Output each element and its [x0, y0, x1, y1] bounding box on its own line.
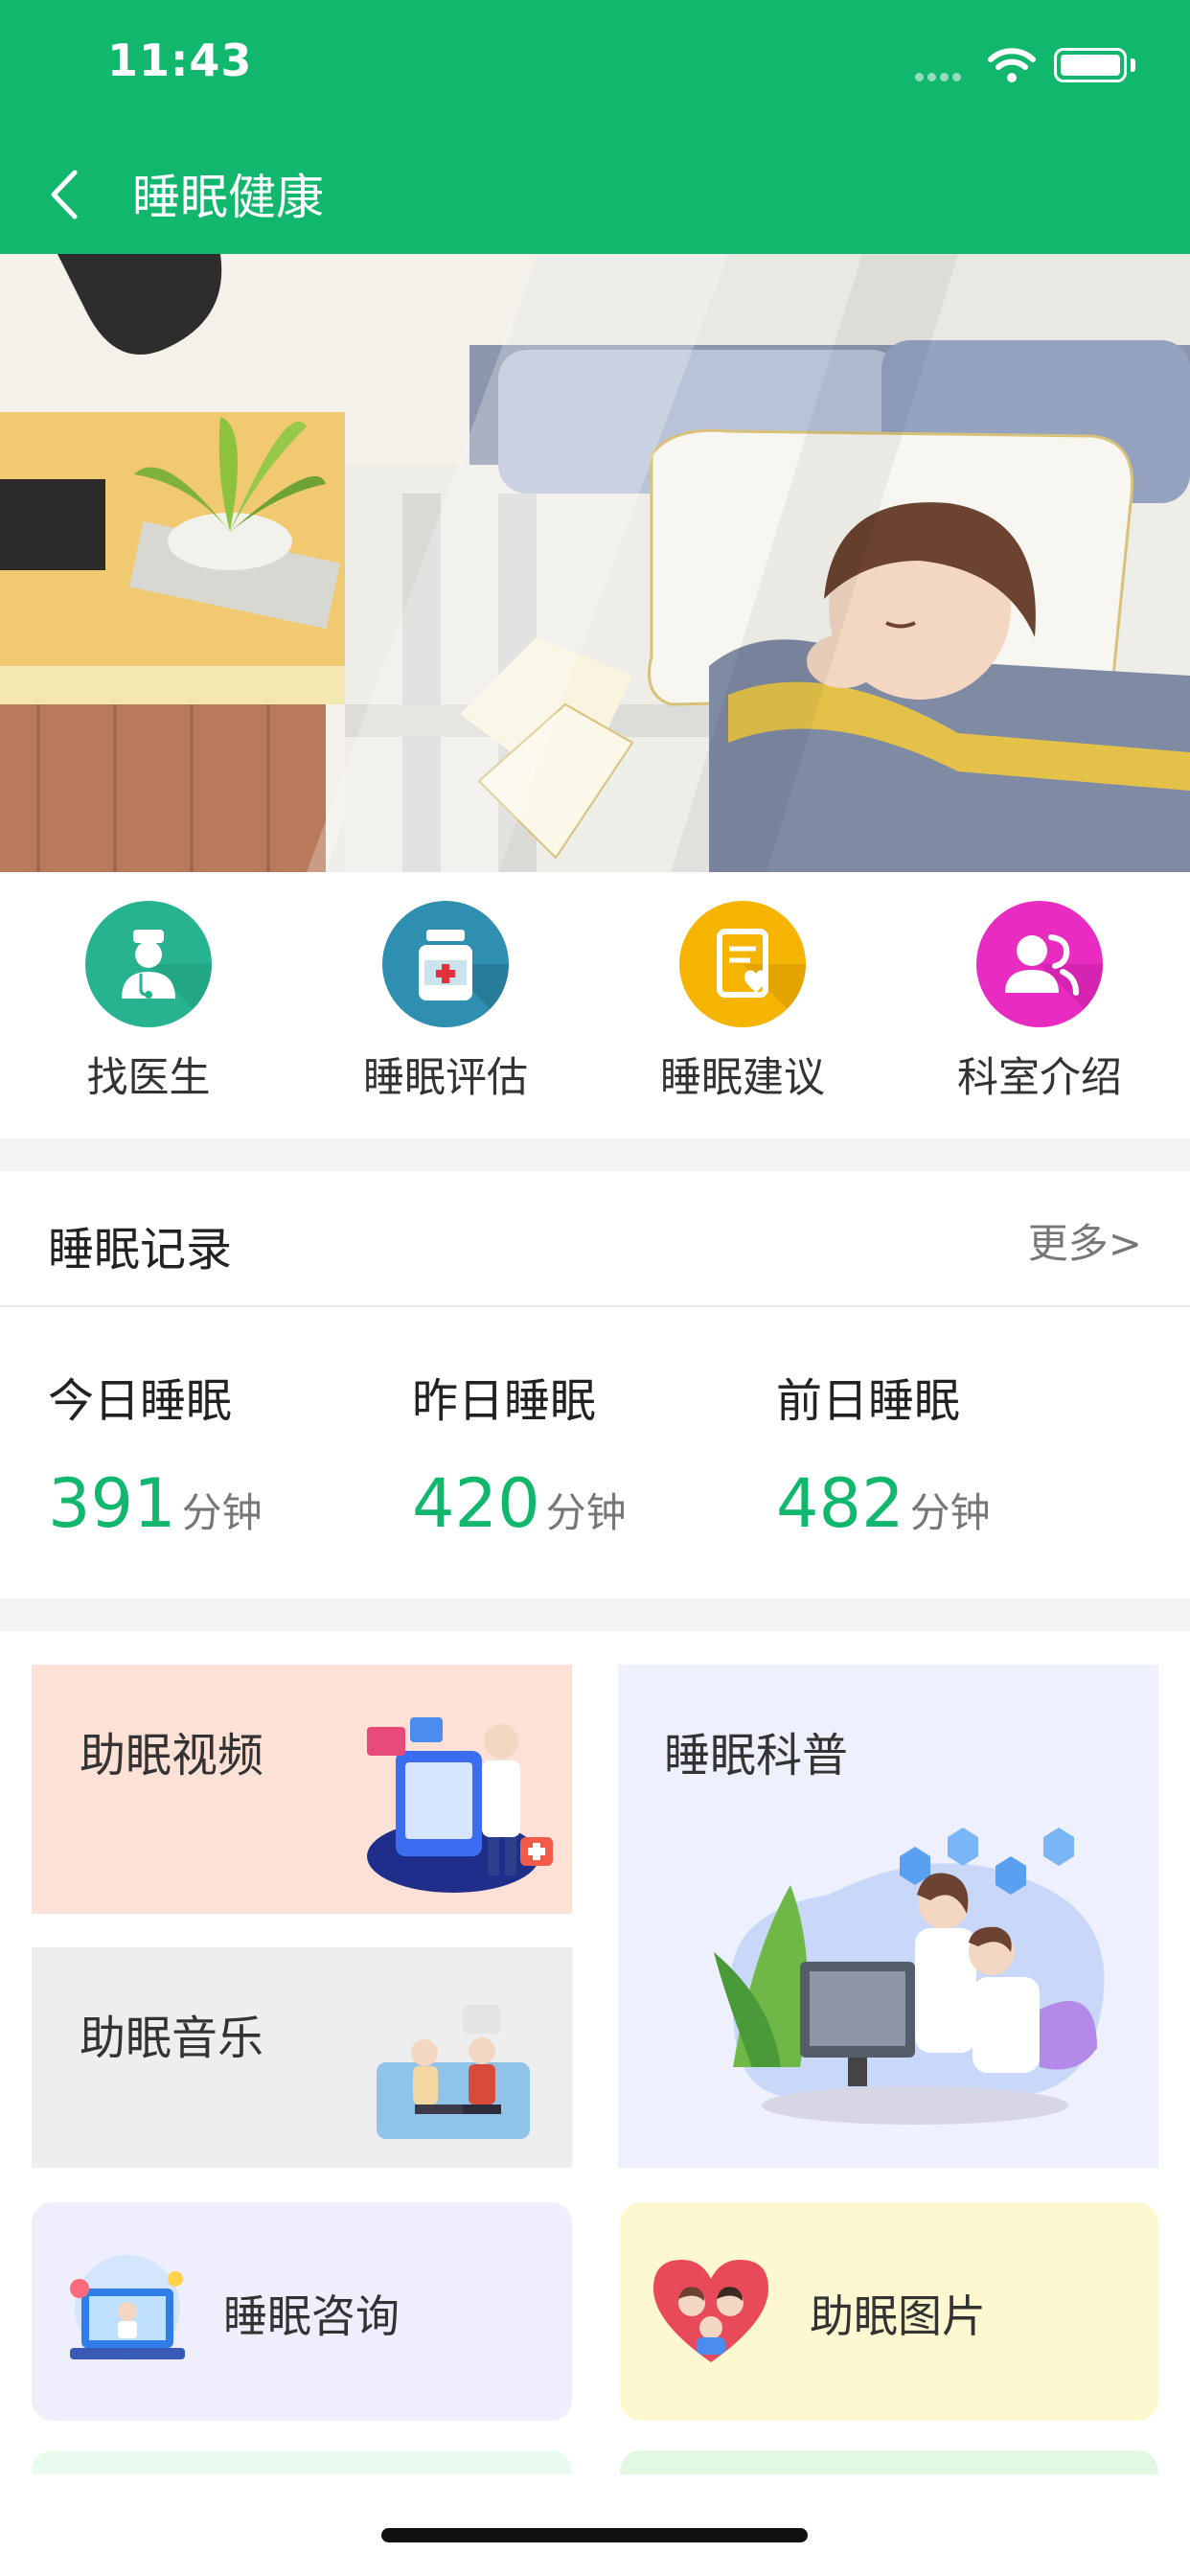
card-title: 助眠视频 [80, 1729, 264, 1782]
more-link[interactable]: 更多> [1028, 1211, 1142, 1270]
stat-label: 昨日睡眠 [412, 1374, 597, 1428]
card-sleep-video[interactable]: 助眠视频 [32, 1665, 572, 1914]
stat-yesterday: 昨日睡眠 420 分钟 [412, 1363, 757, 1543]
heart-family-icon [653, 2260, 768, 2362]
video-illustration [367, 1717, 553, 1893]
quick-department-intro[interactable]: 科室介绍 [925, 901, 1155, 1121]
card-sleep-pictures[interactable]: 助眠图片 [620, 2202, 1158, 2421]
wifi-icon [988, 48, 1036, 82]
stat-unit: 分钟 [545, 1489, 627, 1536]
section-divider [0, 1598, 1190, 1631]
sleep-record-header: 睡眠记录 更多> [0, 1171, 1190, 1307]
doctor-icon [85, 901, 212, 1027]
battery-icon [1054, 48, 1127, 82]
nav-bar: 睡眠健康 [0, 134, 1190, 254]
quick-sleep-advice[interactable]: 睡眠建议 [628, 901, 858, 1121]
stat-today: 今日睡眠 391 分钟 [48, 1363, 393, 1543]
home-indicator[interactable] [381, 2528, 808, 2542]
sleep-record-title: 睡眠记录 [48, 1223, 233, 1276]
quick-find-doctor[interactable]: 找医生 [34, 901, 263, 1121]
science-illustration [714, 1828, 1105, 2125]
quick-label-sleep-advice: 睡眠建议 [660, 1054, 825, 1102]
users-icon [976, 901, 1103, 1027]
page-title: 睡眠健康 [132, 170, 324, 225]
consult-illustration [70, 2255, 185, 2360]
card-sleep-consult[interactable]: 睡眠咨询 [32, 2202, 572, 2421]
card-partial-right[interactable] [620, 2450, 1158, 2474]
card-title: 睡眠科普 [664, 1729, 849, 1782]
back-icon[interactable] [36, 163, 94, 226]
quick-sleep-assessment[interactable]: 睡眠评估 [331, 901, 561, 1121]
sleep-stats: 今日睡眠 391 分钟 昨日睡眠 420 分钟 前日睡眠 482 分钟 [0, 1309, 1190, 1597]
banner-illustration [0, 254, 1190, 872]
quick-actions: 找医生 睡眠评估 睡眠建议 科室介绍 [0, 872, 1190, 1138]
stat-label: 前日睡眠 [776, 1374, 961, 1428]
music-illustration [377, 2005, 530, 2139]
stat-value: 420 [412, 1464, 540, 1543]
medicine-bottle-icon [382, 901, 509, 1027]
stat-value: 391 [48, 1464, 176, 1543]
stat-unit: 分钟 [909, 1489, 991, 1536]
quick-label-sleep-assessment: 睡眠评估 [363, 1054, 528, 1102]
quick-label-department-intro: 科室介绍 [957, 1054, 1122, 1102]
section-divider [0, 1138, 1190, 1171]
status-bar: 11:43 [0, 0, 1190, 134]
quick-label-find-doctor: 找医生 [86, 1054, 211, 1102]
signal-icon [915, 67, 965, 85]
card-title: 助眠图片 [810, 2290, 986, 2342]
stat-unit: 分钟 [181, 1489, 263, 1536]
card-sleep-music[interactable]: 助眠音乐 [32, 1947, 572, 2168]
card-sleep-science[interactable]: 睡眠科普 [618, 1665, 1158, 2168]
card-title: 睡眠咨询 [223, 2290, 400, 2342]
card-partial-left[interactable] [32, 2450, 572, 2474]
sleeping-person-image [0, 254, 1190, 872]
card-title: 助眠音乐 [80, 2012, 264, 2065]
stat-value: 482 [776, 1464, 904, 1543]
status-time: 11:43 [107, 34, 253, 86]
battery-tip [1131, 58, 1135, 72]
feature-cards: 助眠视频 助眠音乐 睡眠科普 睡眠咨询 助眠图片 [0, 1631, 1190, 2474]
stat-day-before: 前日睡眠 482 分钟 [776, 1363, 1121, 1543]
stat-label: 今日睡眠 [48, 1374, 233, 1428]
clipboard-heart-icon [679, 901, 806, 1027]
